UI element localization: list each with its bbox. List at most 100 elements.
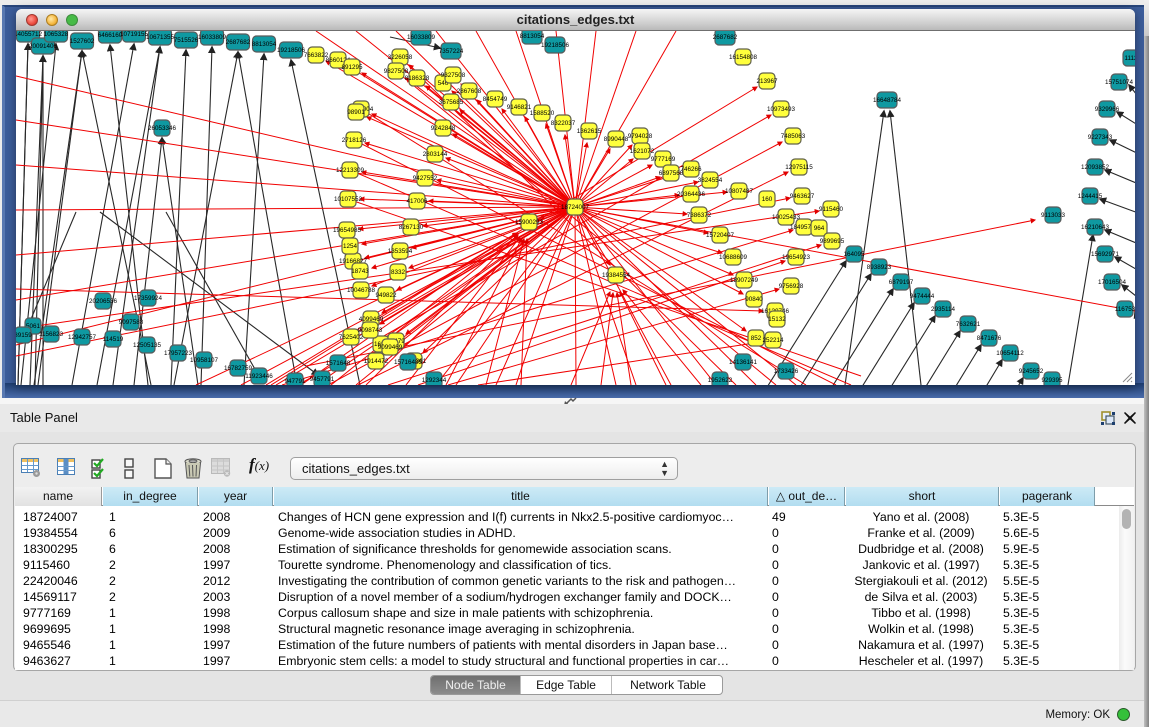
svg-text:17359924: 17359924 <box>134 295 163 302</box>
svg-text:20091406: 20091406 <box>29 43 58 50</box>
svg-text:2803144: 2803144 <box>423 151 448 158</box>
svg-text:1952622: 1952622 <box>708 377 733 384</box>
svg-text:9463627: 9463627 <box>790 193 815 200</box>
svg-text:949822: 949822 <box>375 292 397 299</box>
svg-text:18743: 18743 <box>351 268 369 275</box>
svg-text:2867608: 2867608 <box>457 88 482 95</box>
svg-text:10719155: 10719155 <box>120 31 149 38</box>
svg-text:9794028: 9794028 <box>628 133 653 140</box>
svg-text:12975115: 12975115 <box>785 164 813 171</box>
svg-text:1156823: 1156823 <box>39 331 64 338</box>
svg-text:9327508: 9327508 <box>441 72 466 79</box>
svg-text:114519: 114519 <box>103 336 124 343</box>
svg-text:16648784: 16648784 <box>873 97 902 104</box>
svg-text:1065328: 1065328 <box>44 31 69 38</box>
svg-text:1571648: 1571648 <box>326 360 351 367</box>
svg-text:8267130: 8267130 <box>399 224 424 231</box>
svg-text:9457791: 9457791 <box>310 376 335 383</box>
svg-text:90840: 90840 <box>745 296 763 303</box>
svg-text:7386372: 7386372 <box>687 212 712 219</box>
svg-text:6897568: 6897568 <box>659 170 684 177</box>
svg-text:15900293: 15900293 <box>515 219 544 226</box>
svg-text:1914472: 1914472 <box>364 358 389 365</box>
svg-text:19654923: 19654923 <box>782 254 811 261</box>
svg-text:1588520: 1588520 <box>530 110 555 117</box>
svg-text:9115460: 9115460 <box>819 206 844 213</box>
svg-text:8322037: 8322037 <box>551 120 576 127</box>
svg-text:16154808: 16154808 <box>729 54 758 61</box>
svg-text:116753: 116753 <box>1115 306 1135 313</box>
svg-text:7515526: 7515526 <box>174 37 199 44</box>
svg-text:417006: 417006 <box>406 198 428 205</box>
svg-text:20364436: 20364436 <box>677 191 706 198</box>
svg-text:746266: 746266 <box>680 166 702 173</box>
svg-text:929395: 929395 <box>1041 377 1063 384</box>
svg-text:18907249: 18907249 <box>730 277 759 284</box>
svg-text:3824554: 3824554 <box>698 177 723 184</box>
svg-text:2718126: 2718126 <box>342 137 367 144</box>
svg-text:9756928: 9756928 <box>779 283 804 290</box>
svg-text:1353594: 1353594 <box>388 248 413 255</box>
svg-text:12942757: 12942757 <box>68 334 97 341</box>
svg-text:19384554: 19384554 <box>602 272 631 279</box>
svg-text:7485063: 7485063 <box>781 133 806 140</box>
svg-text:19218506: 19218506 <box>277 47 306 54</box>
svg-text:18724007: 18724007 <box>561 204 590 211</box>
svg-text:12505135: 12505135 <box>133 342 162 349</box>
svg-text:15751074: 15751074 <box>1105 79 1134 86</box>
svg-text:15716485: 15716485 <box>394 359 423 366</box>
svg-text:1292344: 1292344 <box>422 377 447 384</box>
svg-text:9427552: 9427552 <box>413 175 438 182</box>
svg-text:10654112: 10654112 <box>996 350 1024 357</box>
svg-text:8813054: 8813054 <box>252 41 277 48</box>
svg-text:8186328: 8186328 <box>405 75 430 82</box>
svg-text:15132: 15132 <box>768 316 786 323</box>
svg-text:1733426: 1733426 <box>774 368 799 375</box>
svg-text:10958107: 10958107 <box>190 357 219 364</box>
svg-text:10025433: 10025433 <box>772 214 801 221</box>
svg-text:16782759: 16782759 <box>224 365 253 372</box>
svg-text:10046788: 10046788 <box>347 287 376 294</box>
svg-text:8813054: 8813054 <box>520 33 545 40</box>
svg-text:16033809: 16033809 <box>198 34 227 41</box>
svg-text:15720407: 15720407 <box>706 232 735 239</box>
svg-text:10107552: 10107552 <box>334 196 363 203</box>
svg-text:7632621: 7632621 <box>956 321 981 328</box>
svg-text:12093852: 12093852 <box>1081 164 1110 171</box>
svg-text:8332: 8332 <box>391 269 406 276</box>
svg-text:16033809: 16033809 <box>407 34 436 41</box>
svg-text:1112: 1112 <box>1124 55 1135 62</box>
svg-text:9242848: 9242848 <box>431 125 456 132</box>
svg-text:15692971: 15692971 <box>1091 251 1120 258</box>
svg-text:9899695: 9899695 <box>820 238 845 245</box>
svg-text:8471676: 8471676 <box>977 335 1002 342</box>
svg-text:947791: 947791 <box>284 378 306 385</box>
svg-text:8938923: 8938923 <box>867 264 892 271</box>
svg-text:9113033: 9113033 <box>1041 212 1066 219</box>
svg-text:6879197: 6879197 <box>889 279 914 286</box>
svg-text:2935114: 2935114 <box>931 306 956 313</box>
svg-text:164095: 164095 <box>843 251 865 258</box>
svg-text:19218506: 19218506 <box>541 42 570 49</box>
svg-text:17957223: 17957223 <box>164 350 193 357</box>
svg-text:98901: 98901 <box>347 109 365 116</box>
svg-text:7625402: 7625402 <box>339 334 364 341</box>
svg-text:9146821: 9146821 <box>507 104 532 111</box>
svg-text:2687682: 2687682 <box>226 39 251 46</box>
svg-text:8990448: 8990448 <box>604 136 629 143</box>
svg-text:964: 964 <box>814 225 825 232</box>
svg-text:9777169: 9777169 <box>651 156 676 163</box>
svg-text:17016504: 17016504 <box>1098 279 1127 286</box>
svg-text:9097588: 9097588 <box>119 319 144 326</box>
svg-text:891295: 891295 <box>341 64 363 71</box>
svg-text:9329966: 9329966 <box>1095 106 1120 113</box>
svg-text:39159: 39159 <box>16 332 32 339</box>
svg-text:1254: 1254 <box>343 243 358 250</box>
svg-text:852: 852 <box>751 335 762 342</box>
svg-text:16210643: 16210643 <box>1081 224 1110 231</box>
svg-text:14055712: 14055712 <box>16 31 42 38</box>
svg-text:9245652: 9245652 <box>1019 368 1044 375</box>
svg-text:7357224: 7357224 <box>439 48 464 55</box>
svg-text:160: 160 <box>762 196 773 203</box>
svg-text:20206536: 20206536 <box>89 298 118 305</box>
